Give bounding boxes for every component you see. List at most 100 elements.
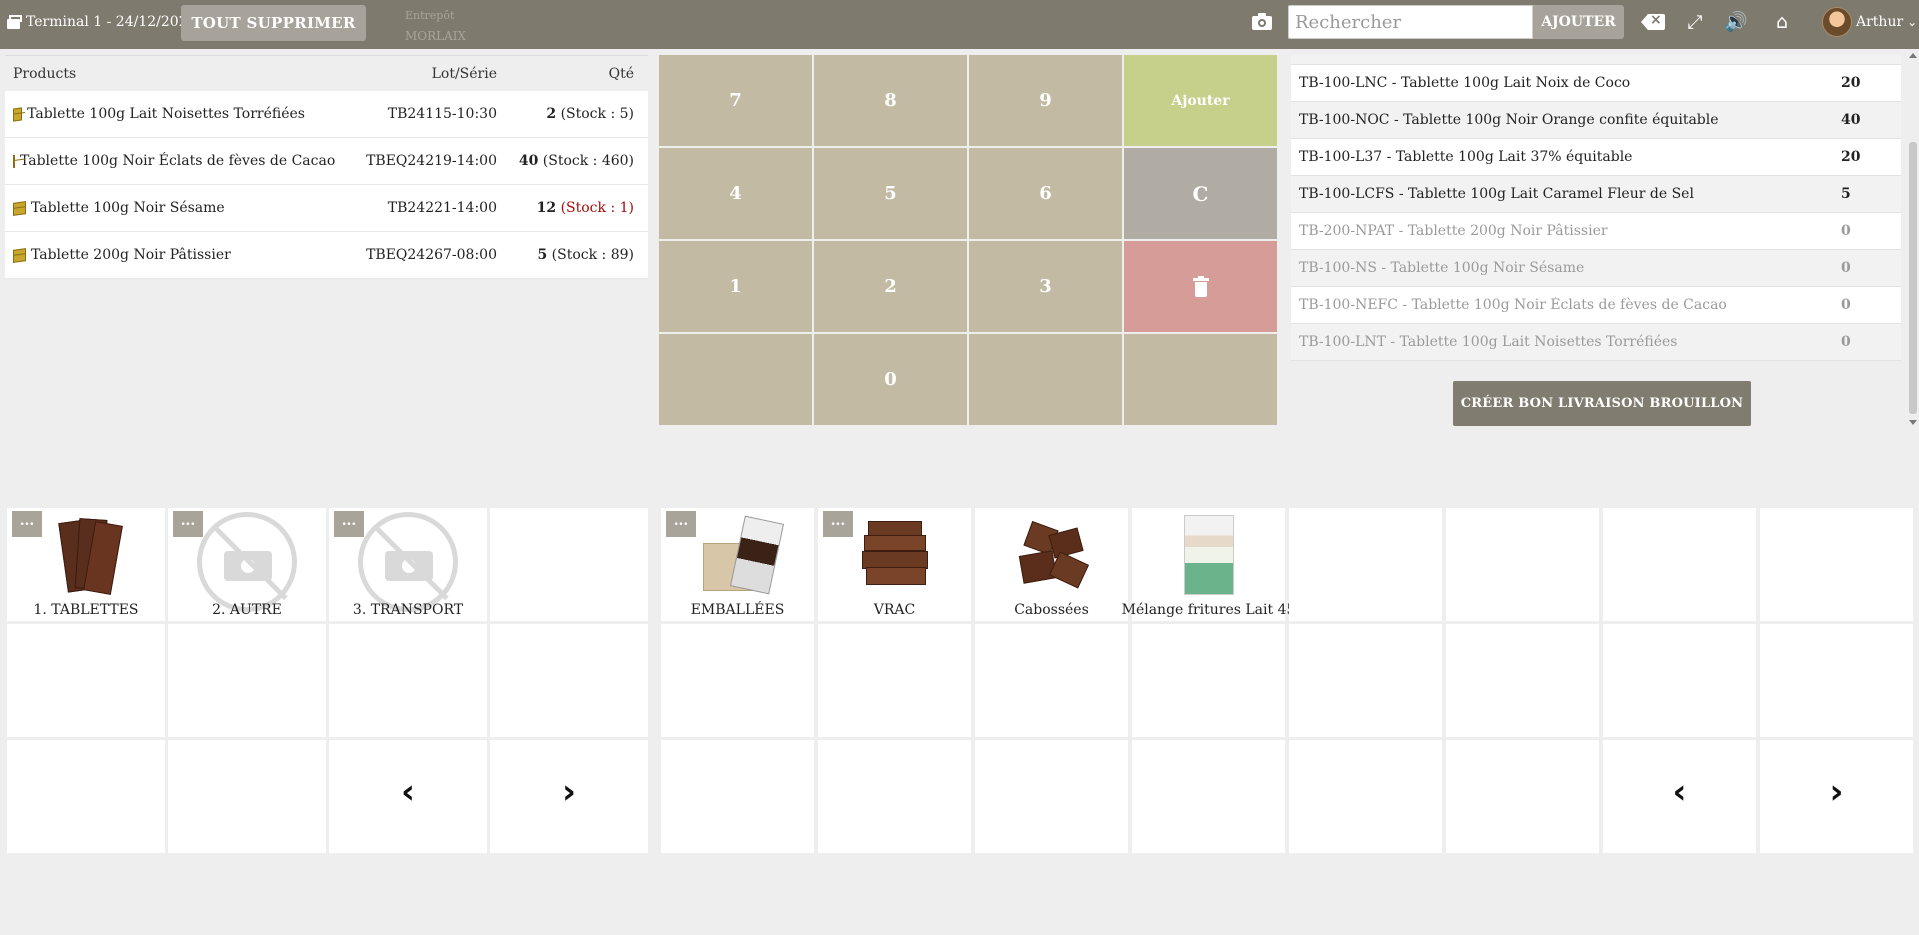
product-tile-cabossees[interactable]: Cabossées: [975, 508, 1128, 621]
stock-item-qty: 5: [1841, 186, 1851, 202]
list-item[interactable]: TB-100-L37 - Tablette 100g Lait 37% équi…: [1291, 139, 1901, 176]
list-item-partial: [1291, 55, 1901, 65]
numeric-keypad: 7 8 9 Ajouter 4 5 6 C 1 2 3 0: [659, 55, 1281, 426]
row-lot: TBEQ24267-08:00: [366, 247, 497, 263]
row-lot: TB24221-14:00: [387, 200, 497, 216]
home-icon[interactable]: ⌂: [1770, 12, 1794, 32]
add-button[interactable]: AJOUTER: [1533, 5, 1624, 39]
product-grid: ... EMBALLÉES ... VRAC Cabossées Mélange…: [661, 508, 1913, 853]
stock-item-qty: 0: [1841, 334, 1851, 350]
stock-item-qty: 0: [1841, 223, 1851, 239]
more-options-button[interactable]: ...: [666, 511, 696, 537]
stock-item-name: TB-100-L37 - Tablette 100g Lait 37% équi…: [1299, 149, 1633, 165]
key-4[interactable]: 4: [659, 148, 812, 239]
key-blank[interactable]: [659, 334, 812, 425]
key-1[interactable]: 1: [659, 241, 812, 332]
cash-register-icon: [6, 15, 22, 29]
empty-tile: [818, 624, 971, 737]
tile-label: EMBALLÉES: [690, 602, 785, 618]
row-stock-low: (Stock : 1): [560, 200, 634, 216]
stock-item-name: TB-100-LCFS - Tablette 100g Lait Caramel…: [1299, 186, 1694, 202]
no-photo-icon: [197, 512, 297, 612]
category-tile-tablettes[interactable]: ... 1. TABLETTES: [7, 508, 165, 621]
more-options-button[interactable]: ...: [173, 511, 203, 537]
table-row[interactable]: Tablette 100g Noir Sésame TB24221-14:00 …: [5, 185, 648, 232]
more-options-button[interactable]: ...: [12, 511, 42, 537]
more-options-button[interactable]: ...: [334, 511, 364, 537]
table-row[interactable]: Tablette 100g Lait Noisettes Torréfiées …: [5, 91, 648, 138]
list-item[interactable]: TB-100-LNC - Tablette 100g Lait Noix de …: [1291, 65, 1901, 102]
product-tile-melange-fritures[interactable]: Mélange fritures Lait 45: [1122, 508, 1295, 621]
volume-icon[interactable]: 🔊: [1724, 12, 1748, 32]
key-0[interactable]: 0: [814, 334, 967, 425]
category-next-button[interactable]: ›: [490, 740, 648, 853]
chevron-right-icon: ›: [561, 772, 576, 812]
key-9[interactable]: 9: [969, 55, 1122, 146]
list-item[interactable]: TB-200-NPAT - Tablette 200g Noir Pâtissi…: [1291, 213, 1901, 250]
tile-label: Mélange fritures Lait 45: [1121, 602, 1296, 618]
category-tile-transport[interactable]: ... 3. TRANSPORT: [329, 508, 487, 621]
empty-tile: [1289, 624, 1442, 737]
empty-tile: [1760, 624, 1913, 737]
list-item[interactable]: TB-100-NOC - Tablette 100g Noir Orange c…: [1291, 102, 1901, 139]
empty-tile: [818, 740, 971, 853]
list-item[interactable]: TB-100-NEFC - Tablette 100g Noir Éclats …: [1291, 287, 1901, 324]
row-stock: (Stock : 89): [551, 247, 634, 263]
empty-tile: [661, 740, 814, 853]
empty-tile: [975, 624, 1128, 737]
row-product: Tablette 100g Lait Noisettes Torréfiées: [27, 106, 305, 122]
order-table-header: Products Lot/Série Qté: [5, 55, 648, 91]
chocolate-bars-image: [41, 513, 131, 595]
table-row[interactable]: Tablette 100g Noir Éclats de fèves de Ca…: [5, 138, 648, 185]
key-blank[interactable]: [1124, 334, 1277, 425]
list-item[interactable]: TB-100-NS - Tablette 100g Noir Sésame 0: [1291, 250, 1901, 287]
row-stock: (Stock : 460): [542, 153, 634, 169]
key-blank[interactable]: [969, 334, 1122, 425]
clear-all-button[interactable]: TOUT SUPPRIMER: [181, 5, 366, 41]
packaged-chocolate-image: [693, 513, 784, 595]
user-menu[interactable]: Arthur ⌄: [1822, 7, 1917, 37]
empty-tile: [1603, 624, 1756, 737]
key-7[interactable]: 7: [659, 55, 812, 146]
empty-tile: [329, 624, 487, 737]
empty-tile: [168, 740, 326, 853]
header-qty: Qté: [608, 65, 634, 82]
category-tile-autre[interactable]: ... 2. AUTRE: [168, 508, 326, 621]
stock-item-qty: 40: [1841, 112, 1861, 128]
product-prev-button[interactable]: ‹: [1603, 740, 1756, 853]
table-row[interactable]: Tablette 200g Noir Pâtissier TBEQ24267-0…: [5, 232, 648, 279]
more-options-button[interactable]: ...: [823, 511, 853, 537]
search-input[interactable]: [1288, 5, 1533, 39]
key-delete[interactable]: [1124, 241, 1277, 332]
empty-tile: [975, 740, 1128, 853]
create-draft-delivery-button[interactable]: CRÉER BON LIVRAISON BROUILLON: [1453, 381, 1751, 426]
row-lot: TBEQ24219-14:00: [366, 153, 497, 169]
list-item[interactable]: TB-100-LCFS - Tablette 100g Lait Caramel…: [1291, 176, 1901, 213]
row-qty: 5: [537, 247, 548, 263]
key-3[interactable]: 3: [969, 241, 1122, 332]
camera-icon[interactable]: [1252, 13, 1272, 30]
product-next-button[interactable]: ›: [1760, 740, 1913, 853]
scroll-up-arrow-icon[interactable]: [1909, 53, 1917, 58]
key-clear[interactable]: C: [1124, 148, 1277, 239]
empty-tile: [7, 624, 165, 737]
key-2[interactable]: 2: [814, 241, 967, 332]
row-qty: 12: [536, 200, 557, 216]
list-item[interactable]: TB-100-LNT - Tablette 100g Lait Noisette…: [1291, 324, 1901, 361]
scrollbar-thumb[interactable]: [1909, 142, 1917, 414]
scroll-down-arrow-icon[interactable]: [1909, 420, 1917, 425]
keypad-add-button[interactable]: Ajouter: [1124, 55, 1277, 146]
key-6[interactable]: 6: [969, 148, 1122, 239]
product-tile-vrac[interactable]: ... VRAC: [818, 508, 971, 621]
row-stock: (Stock : 5): [560, 106, 634, 122]
key-8[interactable]: 8: [814, 55, 967, 146]
category-prev-button[interactable]: ‹: [329, 740, 487, 853]
backspace-icon[interactable]: ×: [1641, 12, 1665, 30]
product-tile-emballees[interactable]: ... EMBALLÉES: [661, 508, 814, 621]
fullscreen-icon[interactable]: ⤢: [1685, 12, 1705, 32]
empty-tile: [1603, 508, 1756, 621]
row-product: Tablette 200g Noir Pâtissier: [31, 247, 231, 263]
stock-list-scrollbar[interactable]: [1907, 50, 1919, 428]
key-5[interactable]: 5: [814, 148, 967, 239]
no-photo-icon: [358, 512, 458, 612]
